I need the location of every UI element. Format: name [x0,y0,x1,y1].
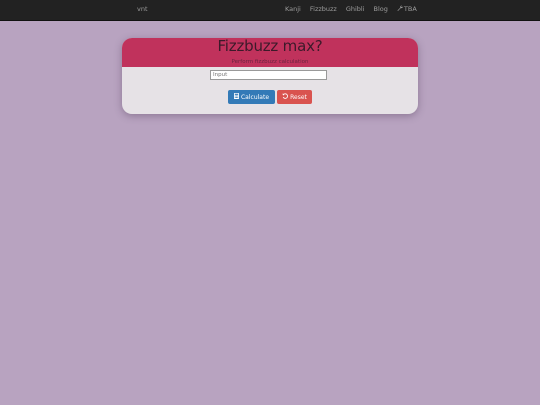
card-subtitle: Perform fizzbuzz calculation [231,59,309,65]
nav-links: Kanji Fizzbuzz Ghibli Blog TBA [285,5,417,13]
fizzbuzz-card: Fizzbuzz max? Perform fizzbuzz calculati… [122,38,418,114]
nav-link-ghibli[interactable]: Ghibli [346,5,365,13]
navbar: vnt Kanji Fizzbuzz Ghibli Blog TBA [0,0,540,21]
calculate-button[interactable]: Calculate [228,90,275,104]
nav-link-tba[interactable]: TBA [397,5,417,13]
nav-link-kanji[interactable]: Kanji [285,5,301,13]
nav-link-blog[interactable]: Blog [374,5,388,13]
reset-button[interactable]: Reset [277,90,312,104]
brand-link[interactable]: vnt [137,5,148,13]
card-body: Calculate Reset [122,67,418,114]
card-header: Fizzbuzz max? Perform fizzbuzz calculati… [122,38,418,67]
nav-link-tba-label: TBA [403,5,417,13]
page-title: Fizzbuzz max? [217,38,323,55]
calculator-icon [233,93,239,101]
wrench-icon [397,5,403,13]
reset-button-label: Reset [290,93,307,101]
fizzbuzz-input[interactable] [210,70,327,80]
calculate-button-label: Calculate [240,93,270,101]
undo-icon [282,93,289,101]
nav-link-fizzbuzz[interactable]: Fizzbuzz [310,5,337,13]
